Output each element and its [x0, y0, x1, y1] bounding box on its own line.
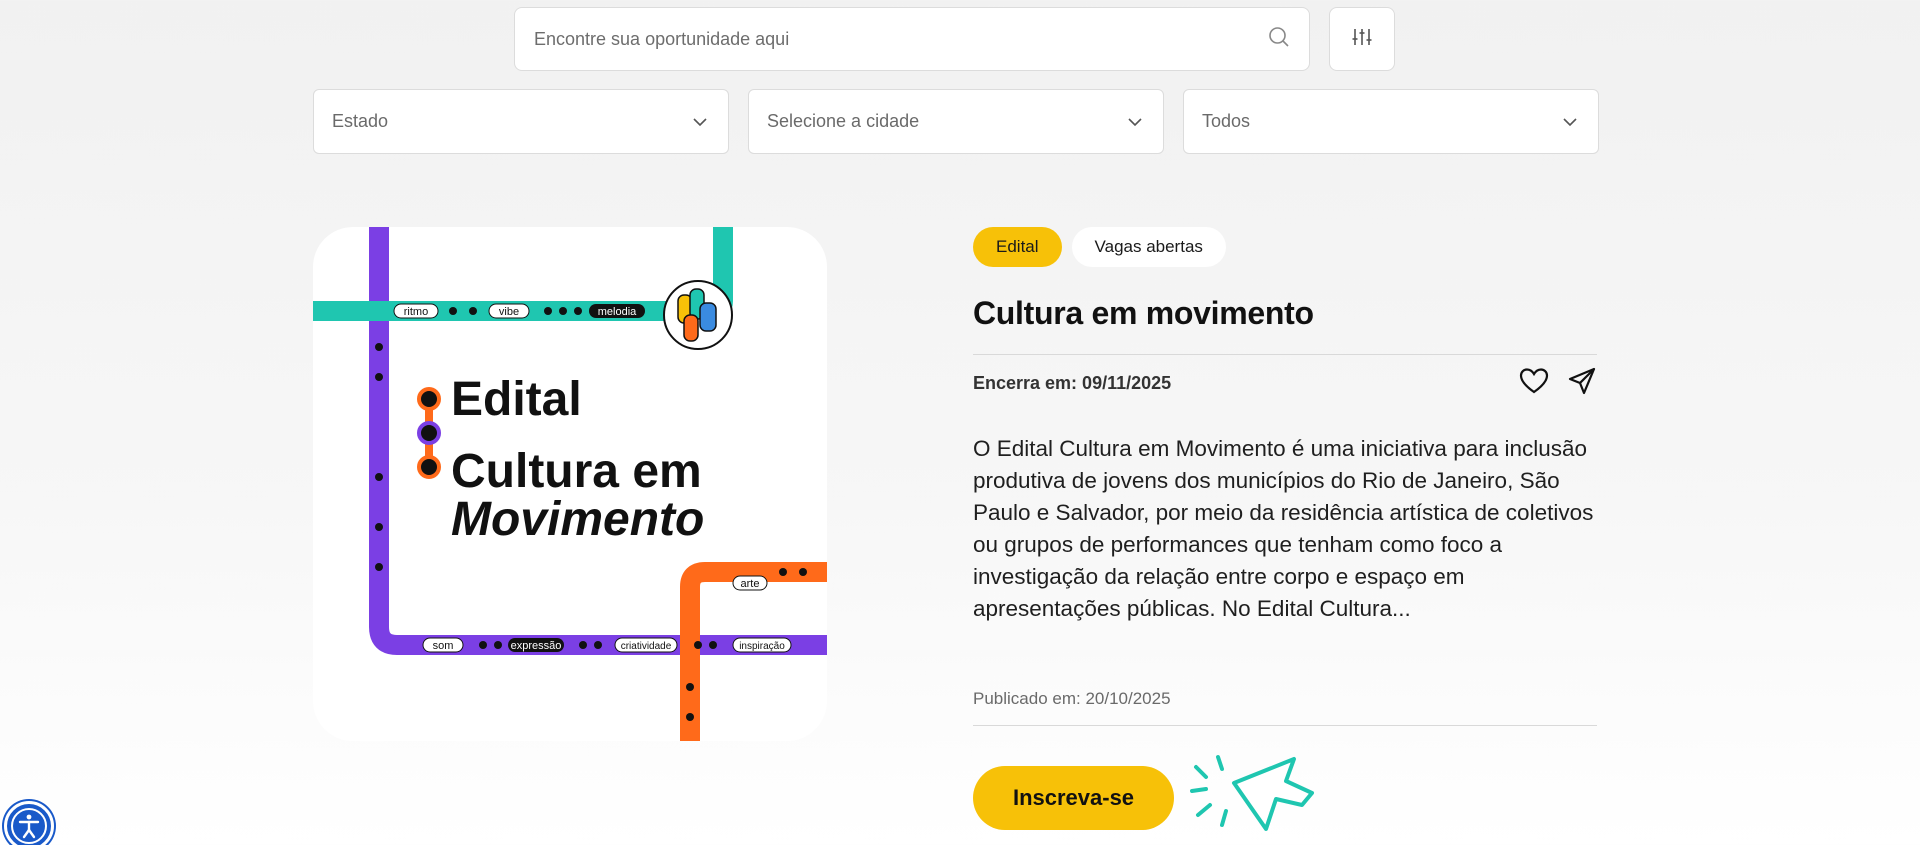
cidade-select[interactable]: Selecione a cidade: [748, 89, 1164, 154]
published-date: Publicado em: 20/10/2025: [973, 689, 1171, 708]
badges: Edital Vagas abertas: [973, 227, 1597, 267]
track-word: inspiração: [739, 641, 785, 652]
track-word: arte: [741, 578, 760, 590]
filters-row: Estado Selecione a cidade Todos: [313, 89, 1599, 154]
sliders-icon: [1351, 27, 1373, 52]
cover-title-line3: Movimento: [451, 493, 704, 546]
cursor-icon: [1184, 753, 1334, 842]
cover-title-line2: Cultura em: [451, 445, 702, 498]
tipo-select-value: Todos: [1202, 111, 1251, 131]
opportunity-cover-image[interactable]: ritmo vibe melodia arte som expressão cr…: [313, 227, 827, 741]
status-badge: Vagas abertas: [1071, 227, 1226, 267]
search-row: [514, 7, 1395, 71]
cidade-select-value: Selecione a cidade: [767, 111, 920, 131]
tipo-select[interactable]: Todos: [1183, 89, 1599, 154]
track-word: som: [433, 640, 454, 652]
cover-title-line1: Edital: [451, 373, 582, 426]
cta-row: Inscreva-se: [973, 753, 1597, 842]
send-icon[interactable]: [1567, 366, 1597, 401]
search-input[interactable]: [534, 28, 1234, 50]
track-word: vibe: [499, 306, 519, 318]
accessibility-button[interactable]: [4, 801, 54, 845]
estado-select-value: Estado: [332, 111, 389, 131]
filter-button[interactable]: [1329, 7, 1395, 71]
opportunity-details: Edital Vagas abertas Cultura em moviment…: [973, 227, 1597, 842]
fist-sticker: [663, 280, 733, 350]
track-word: melodia: [598, 306, 637, 318]
track-word: ritmo: [404, 306, 428, 318]
opportunity-title: Cultura em movimento: [973, 295, 1314, 331]
search-box[interactable]: [514, 7, 1310, 71]
type-badge: Edital: [973, 227, 1062, 267]
search-icon[interactable]: [1267, 25, 1291, 54]
chevron-down-icon: [1127, 111, 1143, 132]
heart-icon[interactable]: [1519, 367, 1549, 400]
chevron-down-icon: [1562, 111, 1578, 132]
closing-date: Encerra em: 09/11/2025: [973, 372, 1172, 393]
subscribe-button[interactable]: Inscreva-se: [973, 765, 1174, 830]
track-word: expressão: [511, 640, 562, 652]
track-word: criatividade: [621, 641, 672, 652]
chevron-down-icon: [692, 111, 708, 132]
opportunity-description: O Edital Cultura em Movimento é uma inic…: [973, 436, 1594, 621]
estado-select[interactable]: Estado: [313, 89, 729, 154]
cover-artwork: ritmo vibe melodia arte som expressão cr…: [313, 227, 827, 741]
closing-row: Encerra em: 09/11/2025: [973, 355, 1597, 411]
divider: [973, 725, 1597, 726]
action-icons: [1519, 366, 1597, 401]
